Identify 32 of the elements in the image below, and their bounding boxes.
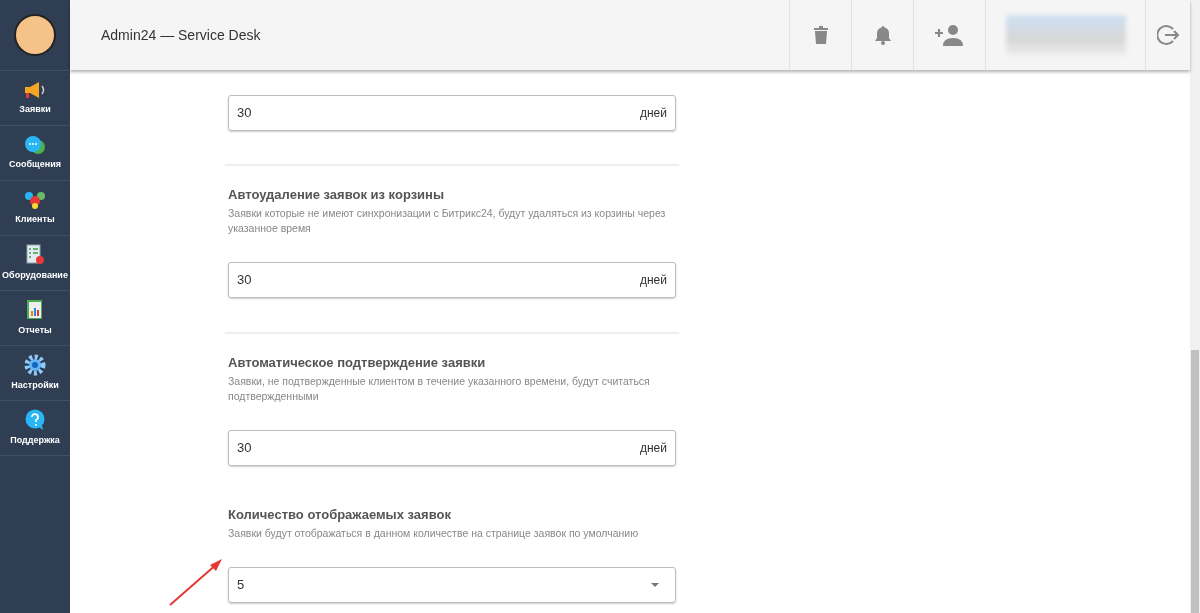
setting-description: Заявки будут отображаться в данном количестве на странице заявок по умолчанию (228, 526, 640, 541)
app-title: Admin24 — Service Desk (101, 25, 262, 45)
chat-bubble-icon (24, 134, 46, 155)
document-icon (25, 243, 45, 266)
days-input-field[interactable]: 30 дней (228, 430, 676, 466)
add-user-icon (934, 24, 965, 46)
sidebar-nav-item[interactable]: Отчеты (0, 291, 70, 346)
trash-icon (813, 26, 828, 44)
gear-icon (24, 353, 46, 376)
dropdown-caret-icon (651, 583, 659, 587)
people-icon (24, 189, 46, 210)
setting-description: Заявки, не подтвержденные клиентом в течение указанного времени, будут считаться подтвержденными (228, 374, 651, 404)
setting-description: Заявки которые не имеют синхронизации с Битрикс24, будут удаляться из корзины через указанное время (228, 206, 667, 236)
annotation-arrow-drawing (168, 557, 224, 607)
days-input-field[interactable]: 30 дней (228, 95, 676, 131)
sidebar-nav-item[interactable]: Клиенты (0, 181, 70, 236)
sidebar-nav-item[interactable]: Настройки (0, 346, 70, 401)
logout-icon (1157, 24, 1179, 46)
sidebar-nav-item[interactable]: Поддержка (0, 401, 70, 456)
scrollbar-thumb[interactable] (1191, 350, 1199, 613)
setting-title: Автоматическое подтверждение заявки (228, 354, 487, 372)
setting-title: Количество отображаемых заявок (228, 506, 452, 524)
sidebar-nav-item[interactable]: Сообщения (0, 126, 70, 181)
chart-report-icon (26, 298, 44, 321)
megaphone-icon (23, 79, 47, 100)
sidebar-nav-item[interactable]: Оборудование (0, 236, 70, 291)
bell-icon (874, 25, 891, 45)
days-input-field[interactable]: 30 дней (228, 262, 676, 298)
sidebar-nav-item[interactable]: Заявки (0, 71, 70, 126)
count-select[interactable]: 5 (228, 567, 676, 603)
help-icon (24, 408, 46, 431)
setting-title: Автоудаление заявок из корзины (228, 186, 446, 204)
